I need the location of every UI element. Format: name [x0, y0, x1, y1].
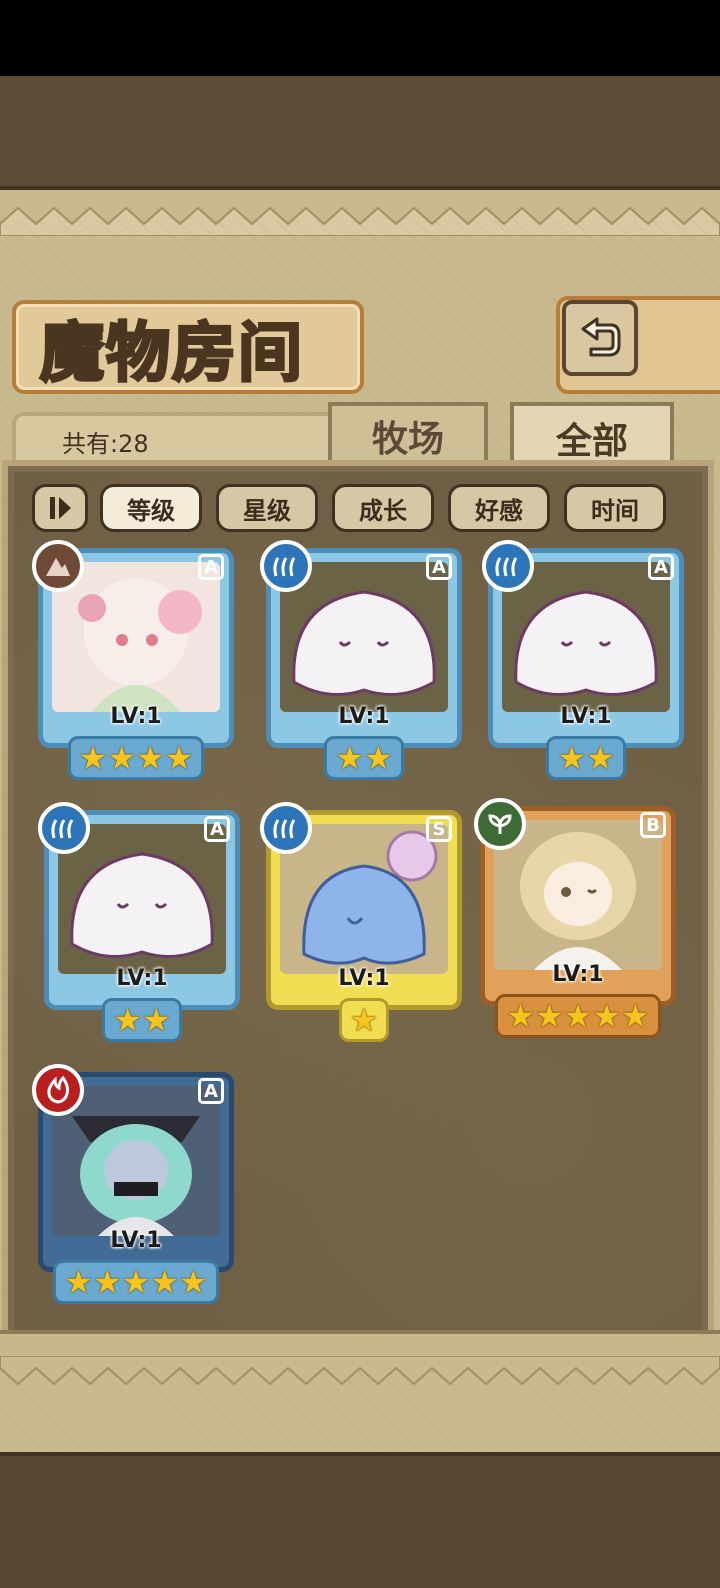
monster-portrait: [502, 562, 670, 712]
rank-badge: A: [204, 816, 230, 842]
monster-portrait: [280, 562, 448, 712]
return-arrow-icon: [581, 317, 621, 357]
sort-star-button[interactable]: 星级: [216, 484, 318, 532]
bottom-map-strip: [0, 1452, 720, 1588]
sort-order-button[interactable]: [32, 484, 88, 532]
earth-element-icon: [32, 540, 84, 592]
monster-portrait: [494, 820, 662, 970]
level-label: LV:1: [116, 966, 168, 991]
monster-portrait: [52, 562, 220, 712]
status-bar: [0, 0, 720, 76]
sort-affection-button[interactable]: 好感: [448, 484, 550, 532]
rank-badge: A: [198, 1078, 224, 1104]
level-label: LV:1: [110, 704, 162, 729]
star-tray: ★: [338, 998, 390, 1042]
star-rating: ★★★★★: [64, 1263, 208, 1301]
water-element-icon: [482, 540, 534, 592]
monster-count: 共有:28: [62, 430, 149, 458]
sort-growth-button[interactable]: 成长: [332, 484, 434, 532]
top-map-strip: [0, 76, 720, 190]
water-element-icon: [38, 802, 90, 854]
star-tray: ★★: [102, 998, 182, 1042]
sort-order-icon: [50, 497, 71, 519]
star-rating: ★★: [557, 739, 615, 777]
rank-badge: A: [426, 554, 452, 580]
star-tray: ★★★★: [67, 736, 205, 780]
star-rating: ★★★★★: [506, 997, 650, 1035]
rank-badge: S: [426, 816, 452, 842]
water-element-icon: [260, 540, 312, 592]
back-button[interactable]: [562, 300, 638, 376]
monster-portrait: [58, 824, 226, 974]
sort-time-button[interactable]: 时间: [564, 484, 666, 532]
star-rating: ★★★★: [78, 739, 194, 777]
level-label: LV:1: [338, 704, 390, 729]
rank-badge: B: [640, 812, 666, 838]
bottom-zigzag-border: [0, 1356, 720, 1386]
star-tray: ★★: [546, 736, 626, 780]
sort-level-button[interactable]: 等级: [100, 484, 202, 532]
monster-portrait: [52, 1086, 220, 1236]
fire-element-icon: [32, 1064, 84, 1116]
rank-badge: A: [648, 554, 674, 580]
monster-portrait: [280, 824, 448, 974]
star-tray: ★★★★★: [53, 1260, 219, 1304]
star-tray: ★★: [324, 736, 404, 780]
rank-badge: A: [198, 554, 224, 580]
page-title: 魔物房间: [39, 315, 304, 393]
level-label: LV:1: [560, 704, 612, 729]
level-label: LV:1: [110, 1228, 162, 1253]
water-element-icon: [260, 802, 312, 854]
star-tray: ★★★★★: [495, 994, 661, 1038]
level-label: LV:1: [338, 966, 390, 991]
star-rating: ★★: [335, 739, 393, 777]
star-rating: ★: [349, 1001, 379, 1039]
leaf-element-icon: [474, 798, 526, 850]
level-label: LV:1: [552, 962, 604, 987]
star-rating: ★★: [113, 1001, 171, 1039]
